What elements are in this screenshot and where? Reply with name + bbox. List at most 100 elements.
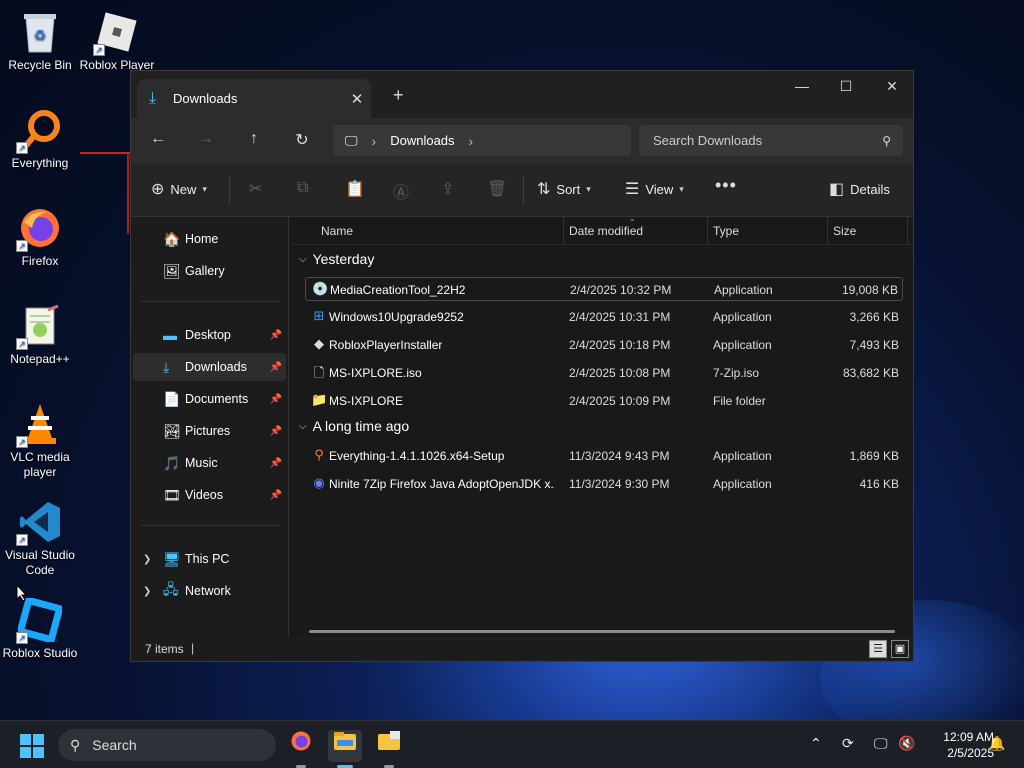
pin-icon: 📌 (269, 457, 282, 469)
details-pane-button[interactable]: ◧ Details (829, 179, 890, 199)
network-icon[interactable]: 🖵 (874, 735, 888, 752)
taskbar-search[interactable]: ⚲ Search (58, 729, 276, 761)
sort-button[interactable]: ⇅ Sort ▾ (537, 179, 591, 199)
tiles-view-button[interactable]: ▣ (891, 640, 909, 658)
tab-downloads[interactable]: ⤓ Downloads ✕ (137, 79, 371, 118)
chevron-right-icon[interactable]: ❯ (143, 554, 151, 565)
desktop-icon-roblox-studio[interactable]: ↗ Roblox Studio (0, 596, 80, 661)
nav-item-home[interactable]: 🏠 Home (133, 225, 286, 253)
file-row[interactable]: ◉ Ninite 7Zip Firefox Java AdoptOpenJDK … (305, 472, 903, 496)
address-box[interactable]: 🖵 › Downloads › (333, 125, 631, 156)
shortcut-arrow-icon: ↗ (16, 632, 28, 644)
chevron-right-icon: › (371, 132, 377, 149)
search-input[interactable]: Search Downloads ⚲ (639, 125, 903, 156)
maximize-button[interactable]: ☐ (823, 71, 869, 103)
file-row[interactable]: 📁 MS-IXPLORE 2/4/2025 10:09 PM File fold… (305, 389, 903, 413)
horizontal-scrollbar[interactable] (309, 630, 895, 633)
file-row[interactable]: 🗋 MS-IXPLORE.iso 2/4/2025 10:08 PM 7-Zip… (305, 361, 903, 385)
file-row[interactable]: 💿 MediaCreationTool_22H2 2/4/2025 10:32 … (305, 277, 903, 301)
close-window-button[interactable]: ✕ (869, 71, 915, 103)
chevron-down-icon: ▾ (586, 183, 591, 194)
delete-button[interactable]: 🗑 (487, 179, 507, 199)
nav-item-this-pc[interactable]: ❯ 🖥 This PC (133, 545, 286, 573)
sync-icon[interactable]: ⟳ (842, 735, 854, 752)
column-date-modified[interactable]: Date modified (569, 224, 643, 238)
desktop-icon-roblox-player[interactable]: ↗ Roblox Player (77, 8, 157, 73)
column-name[interactable]: Name (321, 224, 353, 238)
taskbar-file-explorer[interactable] (328, 730, 362, 768)
desktop-icon-everything[interactable]: ↗ Everything (0, 106, 80, 171)
pc-icon: 🖵 (345, 132, 358, 148)
refresh-button[interactable]: ↻ (291, 130, 313, 150)
file-size: 83,682 KB (842, 366, 899, 380)
taskbar-firefox[interactable] (284, 730, 318, 768)
nav-item-network[interactable]: ❯ 🖧 Network (133, 577, 286, 605)
desktop-icon-vlc[interactable]: ↗ VLC media player (0, 400, 80, 480)
column-divider[interactable] (827, 217, 828, 245)
column-size[interactable]: Size (833, 224, 856, 238)
nav-item-gallery[interactable]: 🖼 Gallery (133, 257, 286, 285)
nav-item-desktop[interactable]: ▬ Desktop 📌 (133, 321, 286, 349)
nav-item-music[interactable]: 🎵 Music 📌 (133, 449, 286, 477)
file-date: 11/3/2024 9:30 PM (569, 477, 670, 491)
navigation-pane: 🏠 Home 🖼 Gallery ▬ Desktop 📌 ⤓ Downloads… (131, 217, 289, 641)
share-button[interactable]: ⇪ (441, 179, 454, 199)
svg-text:♻: ♻ (34, 27, 47, 43)
details-view-button[interactable]: ☰ (869, 640, 887, 658)
music-icon: 🎵 (163, 454, 181, 471)
column-divider[interactable] (707, 217, 708, 245)
nav-item-videos[interactable]: 🎞 Videos 📌 (133, 481, 286, 509)
desktop-icon-vscode[interactable]: ↗ Visual Studio Code (0, 498, 80, 578)
group-header-long-ago[interactable]: ⌵ A long time ago (299, 418, 409, 434)
file-type: Application (713, 310, 772, 324)
start-button[interactable] (20, 734, 44, 758)
folder-icon (378, 731, 400, 750)
close-tab-icon[interactable]: ✕ (343, 90, 371, 108)
paste-button[interactable]: 📋 (345, 179, 365, 199)
nav-item-downloads[interactable]: ⤓ Downloads 📌 (133, 353, 286, 381)
windows-logo-icon (33, 734, 44, 745)
search-icon: ⚲ (70, 736, 81, 753)
column-divider[interactable] (563, 217, 564, 245)
chevron-right-icon[interactable]: ❯ (143, 586, 151, 597)
nav-item-pictures[interactable]: 🏞 Pictures 📌 (133, 417, 286, 445)
new-button[interactable]: ⊕ New ▾ (151, 179, 207, 199)
forward-button[interactable]: → (195, 130, 217, 148)
annotation-stroke (80, 152, 132, 154)
notification-bell-icon[interactable]: 🔔 (988, 735, 1005, 752)
vscode-icon: ↗ (16, 498, 64, 546)
up-button[interactable]: ↑ (243, 130, 265, 148)
view-button[interactable]: ☰ View ▾ (625, 179, 684, 199)
clock[interactable]: 12:09 AM 2/5/2025 (918, 729, 994, 761)
pin-icon: 📌 (269, 393, 282, 405)
desktop-icon-recycle-bin[interactable]: ♻ Recycle Bin (0, 8, 80, 73)
file-name: RobloxPlayerInstaller (329, 338, 443, 352)
minimize-button[interactable]: — (779, 71, 825, 103)
volume-muted-icon[interactable]: 🔇 (898, 735, 915, 752)
cut-button[interactable]: ✂ (249, 179, 262, 199)
file-explorer-icon (334, 732, 356, 750)
status-separator: | (191, 641, 195, 655)
more-options-button[interactable]: ••• (715, 175, 737, 196)
taskbar-explorer-pinned[interactable] (372, 730, 406, 768)
sort-icon: ⇅ (537, 181, 551, 198)
nav-item-documents[interactable]: 📄 Documents 📌 (133, 385, 286, 413)
details-label: Details (850, 181, 890, 197)
copy-button[interactable]: ⧉ (297, 179, 308, 197)
group-header-yesterday[interactable]: ⌵ Yesterday (299, 251, 374, 267)
divider (141, 525, 281, 526)
desktop-icon-firefox[interactable]: ↗ Firefox (0, 204, 80, 269)
file-row[interactable]: ◆ RobloxPlayerInstaller 2/4/2025 10:18 P… (305, 333, 903, 357)
breadcrumb-downloads[interactable]: Downloads (390, 133, 454, 148)
file-row[interactable]: ⚲ Everything-1.4.1.1026.x64-Setup 11/3/2… (305, 444, 903, 468)
new-tab-button[interactable]: + (393, 85, 404, 106)
column-divider[interactable] (907, 217, 908, 245)
column-type[interactable]: Type (713, 224, 739, 238)
rename-button[interactable]: Ⓐ (393, 179, 409, 203)
chevron-up-icon[interactable]: ⌃ (810, 735, 822, 752)
chevron-right-icon[interactable]: › (469, 133, 474, 149)
back-button[interactable]: ← (147, 130, 169, 148)
desktop-icon-notepadpp[interactable]: ↗ Notepad++ (0, 302, 80, 367)
file-row[interactable]: ⊞ Windows10Upgrade9252 2/4/2025 10:31 PM… (305, 305, 903, 329)
mouse-cursor-icon (16, 584, 28, 602)
